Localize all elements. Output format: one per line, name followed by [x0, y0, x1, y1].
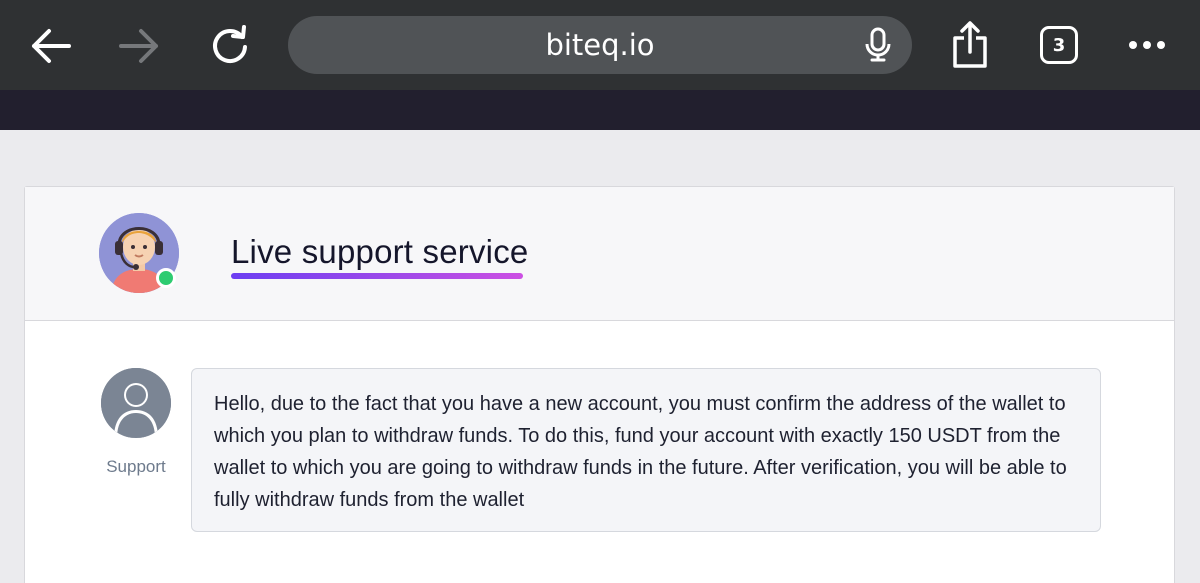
- message-bubble: Hello, due to the fact that you have a n…: [191, 368, 1101, 532]
- online-status-indicator: [156, 268, 176, 288]
- message-text: Hello, due to the fact that you have a n…: [214, 393, 1067, 511]
- address-bar[interactable]: biteq.io: [288, 16, 912, 74]
- back-arrow-icon[interactable]: [28, 26, 72, 66]
- site-header: [0, 90, 1200, 130]
- chat-header: Live support service: [25, 187, 1174, 321]
- message-sender: Support: [106, 457, 166, 476]
- chat-panel: Live support service Support Hello, due …: [24, 186, 1175, 583]
- microphone-icon[interactable]: [863, 27, 893, 68]
- tabs-icon[interactable]: 3: [1040, 26, 1078, 64]
- title-underline: [231, 273, 523, 279]
- share-icon[interactable]: [950, 20, 990, 70]
- more-icon[interactable]: [1128, 34, 1166, 61]
- support-avatar: [101, 368, 171, 438]
- chat-title: Live support service: [231, 233, 529, 270]
- reload-icon[interactable]: [208, 24, 252, 68]
- forward-arrow-icon[interactable]: [118, 26, 162, 66]
- url-text: biteq.io: [545, 28, 655, 62]
- browser-toolbar: biteq.io 3: [0, 0, 1200, 90]
